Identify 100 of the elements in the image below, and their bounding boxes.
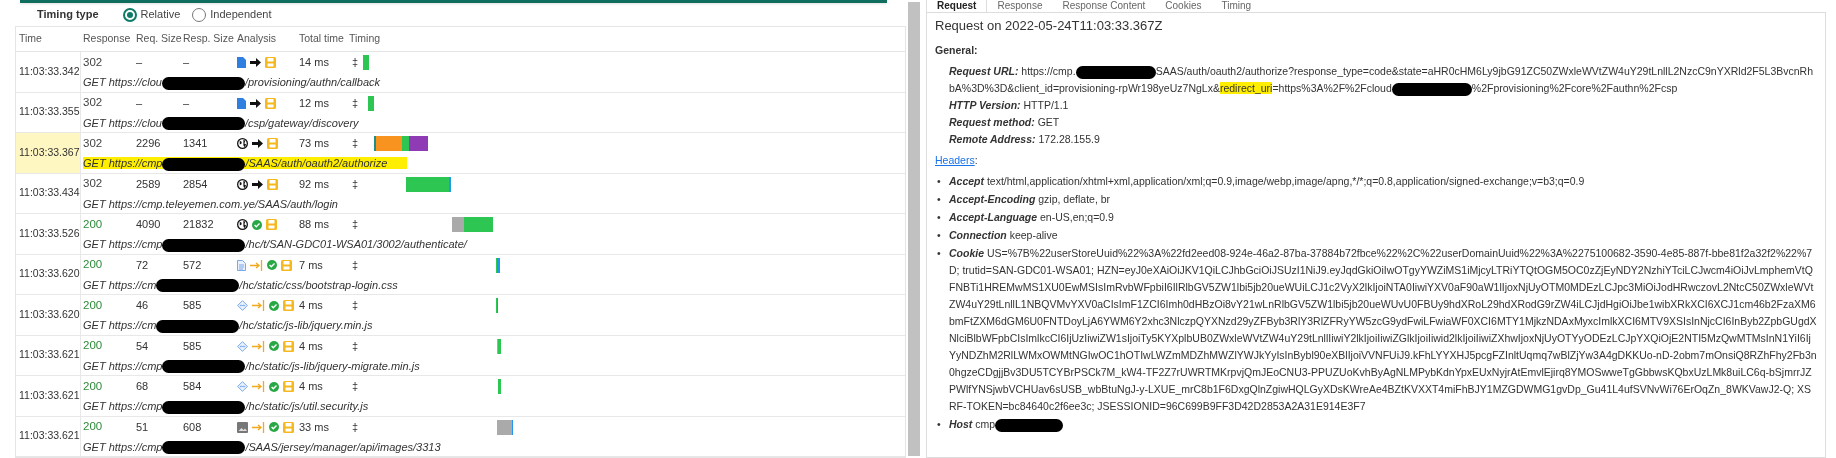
- check-circle-icon: [269, 422, 279, 432]
- request-size: 51: [136, 419, 150, 435]
- right-arrow-icon: [250, 58, 261, 67]
- bullet: •: [937, 417, 942, 432]
- column-header: Req. Size: [136, 31, 183, 47]
- arrow-to-bar-icon: [252, 340, 265, 352]
- status-code: 200: [83, 379, 103, 392]
- tab[interactable]: Cookies: [1155, 0, 1212, 12]
- code-diamond-icon: [237, 381, 248, 392]
- timing-waterfall-bar: [374, 136, 428, 151]
- request-size: 4090: [136, 217, 162, 233]
- bullet: •: [937, 246, 942, 261]
- document-icon: [237, 57, 246, 68]
- request-url: GET https://cmp /hc/static/js/util.security.js: [83, 400, 369, 412]
- timing-waterfall-bar: [497, 419, 513, 435]
- response-size: 572: [183, 257, 203, 273]
- bullet: •: [937, 210, 942, 225]
- sort-marker: ‡: [352, 298, 356, 314]
- response-size: –: [183, 95, 191, 111]
- request-url: GET https://cmp.teleyemen.com.ye/SAAS/auth/login: [83, 197, 338, 210]
- right-arrow-icon: [250, 98, 261, 108]
- request-size: –: [136, 95, 144, 111]
- request-size: 2296: [136, 136, 162, 152]
- time-cell: 11:03:33.367: [16, 133, 81, 173]
- column-header: Analysis: [237, 31, 278, 47]
- general-field: Request method: GET: [949, 114, 1817, 131]
- sort-marker: ‡: [352, 217, 356, 233]
- request-title: Request on 2022-05-24T11:03:33.367Z: [935, 17, 1164, 34]
- header-entry: Host cmp: [949, 416, 1817, 433]
- request-url: GET https://cmp /SAAS/jersey/manager/api/images/3313: [83, 440, 441, 453]
- total-time: 12 ms: [299, 95, 330, 111]
- arrow-to-bar-icon: [252, 300, 265, 311]
- sort-marker: ‡: [352, 55, 356, 71]
- status-code: 302: [83, 55, 103, 68]
- status-code: 200: [83, 298, 103, 311]
- tab[interactable]: Response: [987, 0, 1053, 12]
- headers-link[interactable]: Headers: [935, 152, 975, 169]
- general-field: HTTP Version: HTTP/1.1: [949, 97, 1817, 114]
- section-heading: General:: [935, 43, 979, 58]
- total-time: 92 ms: [299, 176, 330, 192]
- timing-waterfall-bar: [452, 217, 493, 232]
- status-code: 200: [83, 217, 103, 230]
- tab[interactable]: Request: [926, 0, 988, 12]
- scrollbar[interactable]: [908, 2, 920, 456]
- header-entry: Accept-Encoding gzip, deflate, br: [949, 192, 1112, 207]
- check-circle-icon: [269, 341, 279, 351]
- radio-option[interactable]: Relative: [122, 6, 181, 23]
- response-size: 2854: [183, 176, 209, 192]
- arrow-to-bar-icon: [252, 421, 265, 433]
- globe-icon: [237, 178, 248, 190]
- status-code: 200: [83, 258, 103, 271]
- request-size: –: [136, 55, 144, 71]
- sort-marker: ‡: [352, 136, 356, 152]
- timing-waterfall-bar: [498, 379, 501, 394]
- image-icon: [237, 421, 248, 433]
- radio-button[interactable]: [122, 7, 137, 22]
- radio-option[interactable]: Independent: [192, 6, 272, 23]
- column-header: Timing: [349, 31, 382, 47]
- timing-waterfall-bar: [363, 55, 369, 70]
- total-time: 7 ms: [299, 257, 324, 273]
- response-size: 585: [183, 338, 203, 354]
- code-diamond-icon: [237, 340, 248, 352]
- header-entry: Accept-Language en-US,en;q=0.9: [949, 210, 1115, 225]
- status-code: 302: [83, 96, 103, 109]
- request-size: 2589: [136, 176, 162, 192]
- request-url: GET https://cmp /SAAS/auth/oauth2/authorize: [83, 157, 408, 169]
- arrow-to-bar-icon: [250, 259, 263, 271]
- timing-waterfall-bar: [368, 95, 374, 111]
- status-code: 302: [83, 136, 103, 149]
- sort-marker: ‡: [352, 419, 356, 435]
- timing-waterfall-bar: [406, 176, 451, 192]
- tab[interactable]: Timing: [1211, 0, 1262, 12]
- time-cell: 11:03:33.342: [16, 52, 81, 92]
- total-time: 4 ms: [299, 338, 324, 354]
- total-time: 88 ms: [299, 217, 330, 233]
- total-time: 4 ms: [299, 298, 324, 314]
- response-size: 585: [183, 298, 203, 314]
- response-size: 21832: [183, 217, 215, 233]
- check-circle-icon: [267, 260, 277, 270]
- file-lines-icon: [237, 259, 246, 271]
- check-circle-icon: [269, 300, 279, 311]
- time-cell: 11:03:33.434: [16, 173, 81, 213]
- right-arrow-icon: [252, 139, 263, 148]
- check-circle-icon: [252, 219, 262, 230]
- tab[interactable]: Response Content: [1052, 0, 1156, 12]
- header-entry: Connection keep-alive: [949, 228, 1059, 243]
- request-size: 46: [136, 298, 150, 314]
- time-cell: 11:03:33.526: [16, 214, 81, 254]
- total-time: 73 ms: [299, 136, 330, 152]
- request-size: 54: [136, 338, 150, 354]
- response-size: 584: [183, 379, 203, 395]
- sort-marker: ‡: [352, 338, 356, 354]
- header-entry: Accept text/html,application/xhtml+xml,application/xml;q=0.9,image/webp,image/apng,*/*;q=0.8,application/signed-exchange;v=b3;q=0.9: [949, 174, 1586, 189]
- time-cell: 11:03:33.621: [16, 376, 81, 416]
- request-url: GET https://clou /provisioning/authn/callback: [83, 76, 380, 88]
- column-header: Response: [83, 31, 132, 47]
- document-icon: [237, 97, 246, 109]
- request-url: GET https://cm /hc/static/js-lib/jquery.min.js: [83, 319, 373, 331]
- total-time: 4 ms: [299, 379, 324, 395]
- status-code: 302: [83, 177, 103, 190]
